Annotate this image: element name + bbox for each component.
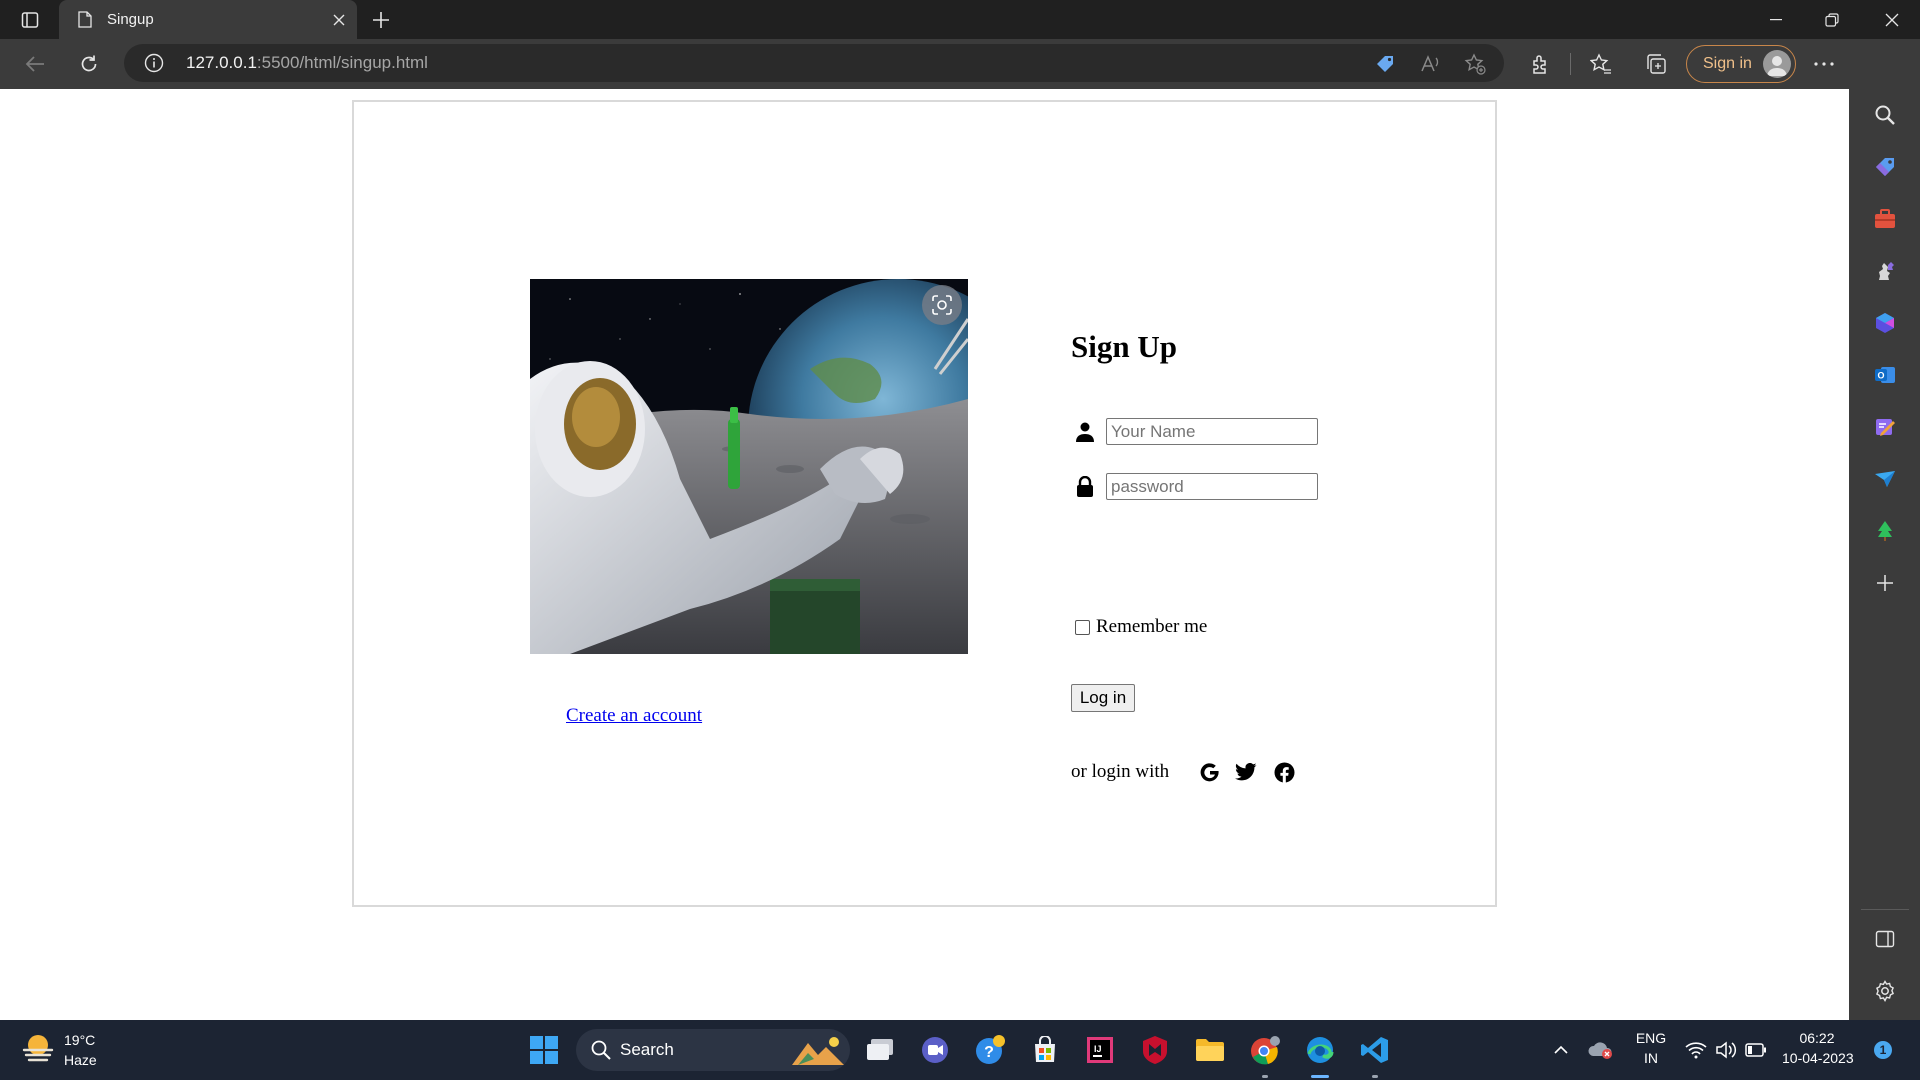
- remember-checkbox[interactable]: [1075, 619, 1090, 635]
- tools-briefcase-icon[interactable]: [1871, 205, 1899, 233]
- password-input[interactable]: [1106, 473, 1318, 500]
- weather-condition: Haze: [64, 1052, 97, 1068]
- create-account-link[interactable]: Create an account: [566, 705, 702, 727]
- url-path: :5500/html/singup.html: [256, 53, 428, 72]
- clock-time[interactable]: 06:22: [1782, 1030, 1852, 1046]
- name-field-row: [1073, 418, 1318, 445]
- clock-date: 10-04-2023: [1782, 1050, 1854, 1066]
- url-text: 127.0.0.1:5500/html/singup.html: [186, 53, 428, 73]
- edge-browser-icon[interactable]: [1302, 1032, 1338, 1068]
- or-login-with-label: or login with: [1071, 761, 1170, 782]
- sidebar-settings-icon[interactable]: [1871, 977, 1899, 1005]
- visual-search-icon[interactable]: [922, 285, 962, 325]
- name-input[interactable]: [1106, 418, 1318, 445]
- add-favorite-icon[interactable]: [1464, 53, 1486, 75]
- search-highlight-art-icon: [792, 1037, 844, 1065]
- taskbar-search[interactable]: Search: [576, 1029, 850, 1071]
- windows-taskbar: 19°C Haze Search ? IJ ENG IN 06:22 10-04…: [0, 1020, 1920, 1080]
- restore-icon[interactable]: [1804, 0, 1860, 39]
- profile-avatar-icon: [1763, 50, 1791, 78]
- add-app-icon[interactable]: [1871, 569, 1899, 597]
- read-aloud-icon[interactable]: [1420, 53, 1442, 75]
- twitter-icon[interactable]: [1234, 760, 1258, 784]
- weather-widget[interactable]: 19°C Haze: [20, 1030, 97, 1068]
- edge-active-indicator: [1311, 1075, 1329, 1078]
- vscode-icon[interactable]: [1357, 1032, 1393, 1068]
- coupon-tag-icon[interactable]: [1374, 53, 1396, 75]
- new-tab-icon[interactable]: [366, 5, 396, 35]
- tree-icon[interactable]: [1871, 517, 1899, 545]
- wifi-icon[interactable]: [1680, 1032, 1712, 1068]
- address-bar[interactable]: 127.0.0.1:5500/html/singup.html: [124, 44, 1504, 82]
- microsoft-365-icon[interactable]: [1871, 309, 1899, 337]
- designer-icon[interactable]: [1871, 413, 1899, 441]
- tab-title: Singup: [107, 11, 154, 28]
- teams-chat-icon[interactable]: [917, 1032, 953, 1068]
- taskbar-search-label: Search: [620, 1040, 674, 1059]
- language-primary[interactable]: ENG: [1631, 1030, 1671, 1046]
- page-viewport: Create an account Sign Up Remember me Lo…: [0, 89, 1849, 1020]
- start-windows-icon[interactable]: [526, 1032, 562, 1068]
- taskbar-search-icon: [591, 1040, 611, 1060]
- close-window-icon[interactable]: [1864, 0, 1920, 39]
- file-explorer-icon[interactable]: [1192, 1032, 1228, 1068]
- svg-text:?: ?: [984, 1044, 994, 1061]
- vscode-running-indicator: [1372, 1075, 1378, 1078]
- facebook-icon[interactable]: [1272, 760, 1296, 784]
- sidebar-divider: [1861, 909, 1909, 910]
- browser-tab[interactable]: Singup: [59, 0, 357, 39]
- remember-label: Remember me: [1096, 616, 1208, 637]
- chrome-icon[interactable]: [1247, 1032, 1283, 1068]
- browser-titlebar: Singup: [0, 0, 1920, 39]
- close-tab-icon[interactable]: [325, 6, 353, 34]
- get-help-icon[interactable]: ?: [972, 1032, 1008, 1068]
- page-icon: [75, 10, 95, 30]
- volume-icon[interactable]: [1710, 1032, 1742, 1068]
- astronaut-image: [530, 279, 968, 654]
- task-view-icon[interactable]: [862, 1032, 898, 1068]
- favorites-icon[interactable]: [1588, 51, 1614, 77]
- login-button[interactable]: Log in: [1071, 684, 1135, 712]
- weather-temperature: 19°C: [64, 1032, 96, 1048]
- send-drop-icon[interactable]: [1871, 465, 1899, 493]
- extensions-icon[interactable]: [1528, 51, 1554, 77]
- settings-more-icon[interactable]: [1810, 51, 1838, 77]
- toolbar-divider: [1570, 53, 1571, 75]
- minimize-icon[interactable]: [1748, 0, 1804, 39]
- show-hidden-icons-icon[interactable]: [1544, 1032, 1578, 1068]
- back-icon[interactable]: [18, 47, 52, 81]
- battery-icon[interactable]: [1740, 1032, 1772, 1068]
- signin-button[interactable]: Sign in: [1686, 45, 1796, 83]
- collections-icon[interactable]: [1643, 51, 1669, 77]
- password-field-row: [1073, 473, 1318, 500]
- svg-text:O: O: [1877, 371, 1884, 381]
- microsoft-store-icon[interactable]: [1027, 1032, 1063, 1068]
- url-host: 127.0.0.1: [186, 53, 257, 72]
- signin-label: Sign in: [1703, 55, 1752, 72]
- hide-sidebar-icon[interactable]: [1871, 925, 1899, 953]
- svg-text:IJ: IJ: [1094, 1044, 1102, 1054]
- site-info-icon[interactable]: [144, 53, 164, 73]
- lock-icon: [1073, 475, 1097, 499]
- intellij-idea-icon[interactable]: IJ: [1082, 1032, 1118, 1068]
- language-secondary: IN: [1644, 1050, 1658, 1066]
- tab-actions-icon[interactable]: [15, 9, 45, 31]
- google-icon[interactable]: [1197, 760, 1221, 784]
- remember-me: Remember me: [1075, 616, 1207, 638]
- outlook-icon[interactable]: O: [1871, 361, 1899, 389]
- browser-toolbar: 127.0.0.1:5500/html/singup.html Sign in: [0, 39, 1920, 89]
- mcafee-shield-icon[interactable]: [1137, 1032, 1173, 1068]
- chrome-running-indicator: [1262, 1075, 1268, 1078]
- search-icon[interactable]: [1871, 101, 1899, 129]
- refresh-icon[interactable]: [72, 47, 106, 81]
- onedrive-offline-icon[interactable]: [1584, 1032, 1618, 1068]
- edge-sidebar: O: [1849, 39, 1920, 1020]
- haze-weather-icon: [22, 1035, 54, 1062]
- page-title: Sign Up: [1071, 329, 1177, 364]
- shopping-tag-icon[interactable]: [1871, 153, 1899, 181]
- games-chess-icon[interactable]: [1871, 257, 1899, 285]
- notification-badge[interactable]: 1: [1874, 1041, 1892, 1059]
- user-icon: [1073, 420, 1097, 444]
